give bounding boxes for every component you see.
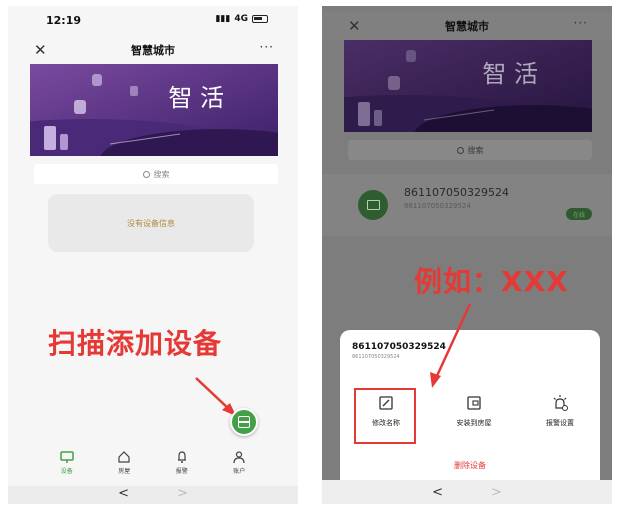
tab-houses[interactable]: 房屋 bbox=[117, 450, 131, 484]
status-indicators: ▮▮▮ 4G bbox=[215, 14, 268, 24]
home-icon bbox=[117, 450, 131, 464]
page-title: 智慧城市 bbox=[131, 44, 175, 57]
back-button[interactable]: < bbox=[118, 486, 129, 504]
bottom-nav: < > bbox=[322, 480, 612, 504]
user-icon bbox=[232, 450, 246, 464]
install-icon bbox=[465, 394, 483, 412]
navbar: ✕ 智慧城市 ··· bbox=[322, 12, 612, 40]
device-status-badge: 在线 bbox=[566, 208, 592, 220]
banner-title: 智 活 bbox=[168, 84, 224, 112]
signal-icon: ▮▮▮ bbox=[215, 14, 231, 24]
tab-alarms[interactable]: 报警 bbox=[175, 450, 189, 484]
device-monitor-icon bbox=[358, 190, 388, 220]
banner-image: 智 活 bbox=[344, 40, 592, 132]
more-icon[interactable]: ··· bbox=[260, 40, 274, 54]
banner-image: 智 活 bbox=[30, 64, 278, 156]
bottom-nav: < > bbox=[8, 486, 298, 504]
banner-illustration bbox=[344, 40, 592, 132]
action-label: 安装到房屋 bbox=[456, 419, 492, 427]
forward-button[interactable]: > bbox=[177, 486, 188, 504]
action-label: 报警设置 bbox=[546, 419, 574, 427]
close-icon[interactable]: ✕ bbox=[34, 41, 47, 59]
status-bar: 12:19 ▮▮▮ 4G bbox=[8, 6, 298, 32]
device-list-item[interactable]: 861107050329524 861107050329524 在线 bbox=[322, 174, 612, 236]
left-phone-screen: 12:19 ▮▮▮ 4G ✕ 智慧城市 ··· 智 活 搜索 没有设备信息 扫描… bbox=[8, 6, 298, 504]
search-icon bbox=[142, 170, 150, 178]
battery-icon bbox=[252, 15, 268, 23]
tab-account[interactable]: 账户 bbox=[232, 450, 246, 484]
sheet-title: 861107050329524 bbox=[352, 342, 446, 352]
tab-label: 账户 bbox=[233, 468, 246, 475]
tab-label: 报警 bbox=[175, 468, 188, 475]
search-input[interactable]: 搜索 bbox=[34, 164, 278, 184]
rename-button[interactable]: 修改名称 bbox=[356, 394, 416, 428]
annotation-example: 例如：XXX bbox=[414, 265, 569, 298]
device-name: 861107050329524 bbox=[404, 186, 509, 199]
close-icon[interactable]: ✕ bbox=[348, 17, 361, 35]
empty-device-card: 没有设备信息 bbox=[48, 194, 254, 252]
device-id: 861107050329524 bbox=[404, 202, 471, 210]
page-title: 智慧城市 bbox=[445, 20, 489, 33]
alarm-settings-icon bbox=[551, 394, 569, 412]
network-label: 4G bbox=[234, 14, 248, 24]
search-placeholder: 搜索 bbox=[467, 145, 484, 155]
more-icon[interactable]: ··· bbox=[574, 16, 588, 30]
tab-label: 房屋 bbox=[118, 468, 131, 475]
monitor-icon bbox=[60, 450, 74, 464]
device-action-sheet: 861107050329524 861107050329524 修改名称 安装到… bbox=[340, 330, 600, 480]
status-time: 12:19 bbox=[46, 14, 82, 27]
delete-device-button[interactable]: 删除设备 bbox=[340, 460, 600, 471]
back-button[interactable]: < bbox=[432, 485, 443, 500]
right-phone-screen: ✕ 智慧城市 ··· 智 活 搜索 861107050329524 861107… bbox=[322, 6, 612, 504]
banner-illustration bbox=[30, 64, 278, 156]
banner-title: 智 活 bbox=[482, 60, 538, 88]
navbar: ✕ 智慧城市 ··· bbox=[8, 36, 298, 64]
annotation-scan-add: 扫描添加设备 bbox=[48, 327, 223, 360]
bell-icon bbox=[175, 450, 189, 464]
empty-state-text: 没有设备信息 bbox=[127, 218, 175, 228]
search-icon bbox=[456, 146, 464, 154]
sheet-subtitle: 861107050329524 bbox=[352, 354, 400, 360]
scan-add-device-button[interactable] bbox=[230, 408, 258, 436]
tab-bar: 设备 房屋 报警 账户 bbox=[8, 450, 298, 484]
search-placeholder: 搜索 bbox=[153, 169, 170, 179]
alarm-settings-button[interactable]: 报警设置 bbox=[530, 394, 590, 428]
search-input[interactable]: 搜索 bbox=[348, 140, 592, 160]
tab-devices[interactable]: 设备 bbox=[60, 450, 74, 484]
scan-icon bbox=[238, 416, 250, 428]
install-to-house-button[interactable]: 安装到房屋 bbox=[444, 394, 504, 428]
action-label: 修改名称 bbox=[372, 419, 400, 427]
edit-icon bbox=[377, 394, 395, 412]
tab-label: 设备 bbox=[60, 468, 73, 475]
forward-button[interactable]: > bbox=[491, 485, 502, 500]
